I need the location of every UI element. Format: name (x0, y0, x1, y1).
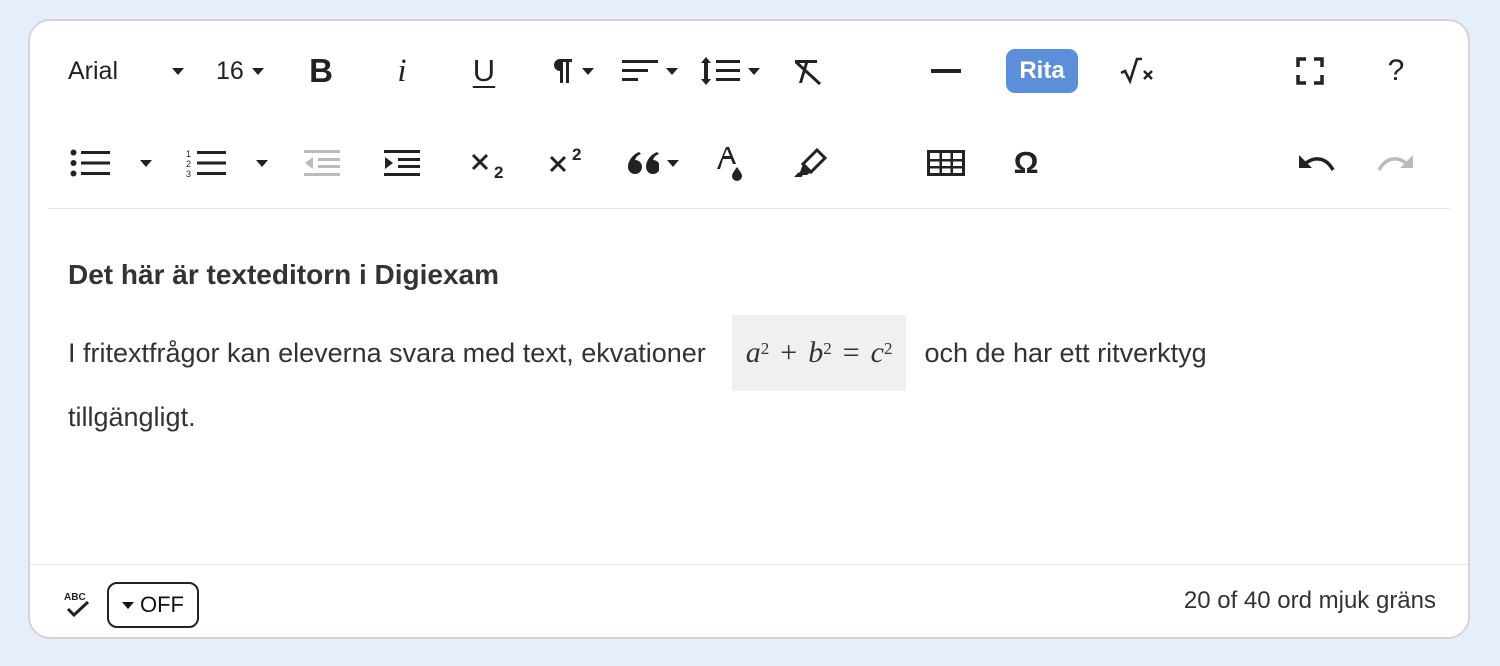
paragraph-format-button[interactable] (542, 41, 602, 101)
font-family-value: Arial (68, 56, 119, 85)
toolbar-divider (48, 208, 1450, 209)
equation-exp: 2 (760, 339, 770, 358)
table-button[interactable] (924, 133, 968, 193)
subscript-button[interactable]: 2 (468, 133, 510, 193)
equation-plus: + (780, 336, 798, 369)
caret-down-icon (667, 159, 679, 167)
fullscreen-button[interactable] (1290, 41, 1330, 101)
superscript-icon: 2 (549, 147, 581, 173)
draw-button-label: Rita (1006, 49, 1078, 93)
caret-down-icon (256, 159, 268, 167)
equation-var-c: c (870, 336, 884, 369)
equation-var-a: a (745, 336, 761, 369)
paragraph-text-after: och de har ett ritverktyg (924, 337, 1207, 368)
numbered-list-button[interactable]: 123 (186, 133, 282, 193)
outdent-button (302, 133, 342, 193)
equation-exp: 2 (883, 339, 893, 358)
caret-down-icon (582, 67, 594, 75)
font-size-value: 16 (216, 56, 244, 85)
svg-text:ABC: ABC (64, 592, 86, 603)
draw-button[interactable]: Rita (1002, 41, 1082, 101)
equation-exp: 2 (823, 339, 832, 358)
bullet-list-icon (70, 149, 110, 177)
quote-button[interactable] (620, 133, 686, 193)
svg-text:1: 1 (186, 149, 191, 159)
toolbar-row-1: Arial 16 B i U Rita ? (30, 41, 1468, 101)
clear-format-button[interactable] (788, 41, 828, 101)
svg-text:2: 2 (494, 163, 503, 179)
redo-icon (1377, 155, 1413, 171)
highlight-icon (794, 148, 827, 177)
caret-down-icon (748, 67, 760, 75)
paragraph-text-end: tillgängligt. (68, 402, 196, 432)
paragraph-text-before: I fritextfrågor kan eleverna svara med t… (68, 337, 706, 368)
math-equation-button[interactable] (1117, 41, 1157, 101)
line-height-button[interactable] (698, 41, 762, 101)
math-icon (1120, 57, 1153, 85)
spellcheck-toggle-label: OFF (140, 592, 184, 617)
highlight-button[interactable] (788, 133, 832, 193)
redo-button (1374, 133, 1418, 193)
paragraph-format-icon (554, 59, 572, 83)
horizontal-line-button[interactable] (926, 41, 966, 101)
superscript-button[interactable]: 2 (546, 133, 588, 193)
content-paragraph-line: I fritextfrågor kan eleverna svara med t… (68, 315, 1207, 391)
underline-icon: U (472, 53, 496, 88)
caret-down-icon (172, 67, 185, 75)
caret-down-icon (251, 67, 264, 75)
svg-text:2: 2 (572, 147, 581, 164)
outdent-icon (304, 150, 340, 176)
spellcheck-icon: ABC (62, 590, 94, 623)
line-height-icon (701, 57, 740, 85)
clear-format-icon (794, 60, 822, 86)
toolbar-row-2: 123 2 2 Ω (30, 133, 1468, 193)
equation-equals: = (842, 336, 860, 369)
indent-button[interactable] (382, 133, 422, 193)
subscript-icon: 2 (471, 153, 503, 179)
text-color-button[interactable] (710, 133, 750, 193)
horizontal-line-icon (931, 69, 961, 73)
fullscreen-icon (1296, 57, 1324, 85)
caret-down-icon (666, 67, 678, 75)
table-icon (927, 150, 965, 176)
help-icon: ? (1387, 54, 1405, 87)
undo-button[interactable] (1294, 133, 1338, 193)
math-equation[interactable]: a2 + b2 = c2 (731, 315, 907, 391)
numbered-list-icon: 123 (186, 149, 226, 178)
bold-icon: B (309, 52, 333, 89)
text-editor: Arial 16 B i U Rita ? 1 2 3 2 2 Ω Det hä… (28, 19, 1470, 639)
italic-icon: i (397, 52, 407, 89)
align-button[interactable] (618, 41, 682, 101)
bullet-list-button[interactable] (70, 133, 166, 193)
spellcheck-toggle[interactable]: OFF (107, 582, 199, 628)
help-button[interactable]: ? (1376, 41, 1416, 101)
svg-text:2: 2 (186, 159, 191, 169)
font-family-select[interactable]: Arial (68, 41, 198, 101)
bold-button[interactable]: B (300, 41, 342, 101)
word-count: 20 of 40 ord mjuk gräns (1183, 587, 1436, 614)
omega-icon: Ω (1013, 145, 1039, 180)
footer-divider (30, 564, 1468, 565)
special-character-button[interactable]: Ω (1006, 133, 1046, 193)
italic-button[interactable]: i (382, 41, 422, 101)
text-color-icon (717, 147, 742, 181)
content-heading: Det här är texteditorn i Digiexam (68, 259, 500, 290)
quote-icon (628, 152, 659, 174)
align-icon (622, 60, 658, 81)
caret-down-icon (122, 601, 134, 609)
font-size-select[interactable]: 16 (216, 41, 276, 101)
equation-var-b: b (808, 336, 824, 369)
underline-button[interactable]: U (464, 41, 504, 101)
indent-icon (384, 150, 420, 176)
caret-down-icon (140, 159, 152, 167)
undo-icon (1299, 155, 1335, 171)
svg-text:3: 3 (186, 169, 191, 178)
